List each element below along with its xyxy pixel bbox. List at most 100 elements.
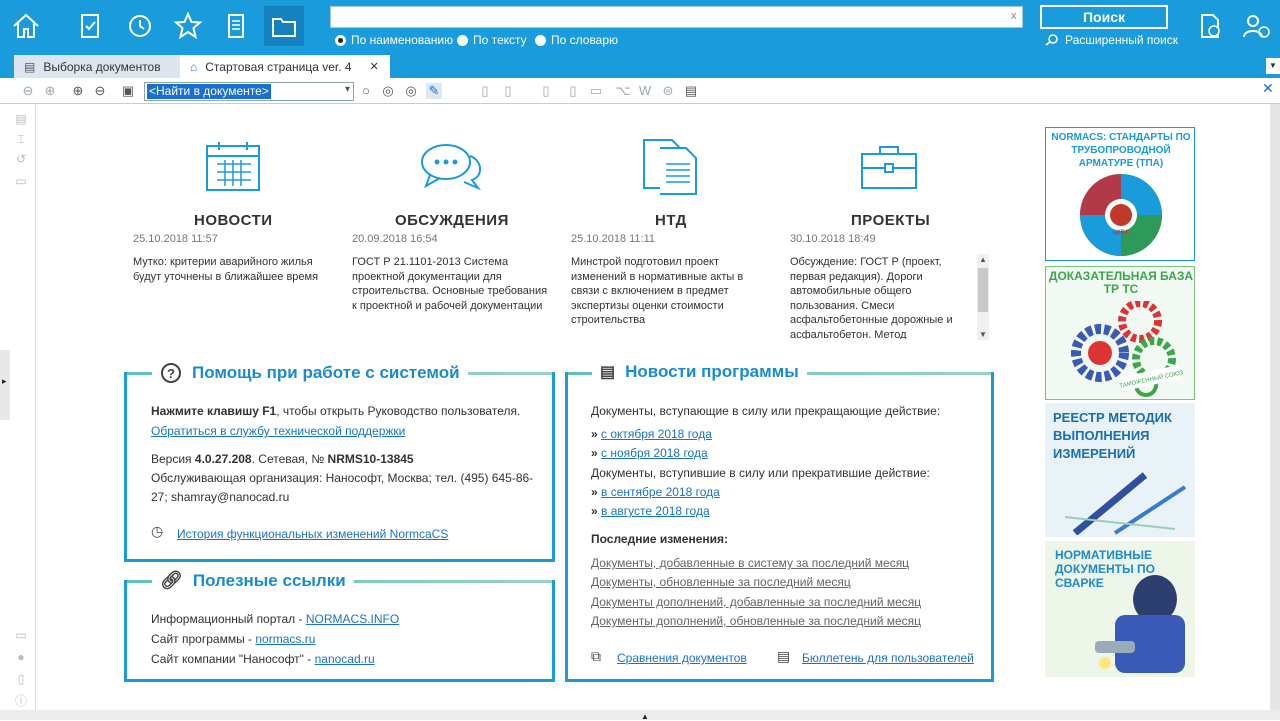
notebook-button[interactable]	[216, 6, 256, 46]
recent-updated-link[interactable]: Документы, обновленные за последний меся…	[591, 575, 851, 589]
tree-icon[interactable]: ⌥	[615, 83, 631, 99]
recent-added-link[interactable]: Документы, добавленные в систему за посл…	[591, 556, 909, 570]
ad-welding-documents[interactable]: НОРМАТИВНЫЕ ДОКУМЕНТЫ ПО СВАРКЕ	[1045, 541, 1195, 677]
discussions-text[interactable]: ГОСТ Р 21.1101-2013 Система проектной до…	[352, 255, 552, 313]
projects-scroll-thumb[interactable]	[978, 268, 988, 312]
screen-icon[interactable]: ▭	[14, 628, 28, 642]
compare-icon[interactable]: ⊜	[660, 83, 676, 99]
september-2018-link[interactable]: в сентябре 2018 года	[601, 485, 720, 499]
ad-tr-ts-evidence-base[interactable]: ДОКАЗАТЕЛЬНАЯ БАЗА ТР ТС ТАМОЖЕННЫЙ СОЮЗ	[1045, 266, 1195, 400]
compare-documents-icon: ⧉	[591, 648, 601, 664]
tab-bar: ▤ Выборка документов ⌂ Стартовая страниц…	[0, 52, 1280, 78]
normacs-ru-link[interactable]: normacs.ru	[255, 632, 315, 646]
news-link-row: » в августе 2018 года	[591, 504, 710, 518]
documents-icon: ▤	[24, 59, 36, 74]
export-icon[interactable]: ▭	[588, 83, 604, 99]
print-icon[interactable]: ▤	[683, 83, 699, 99]
advanced-search-link[interactable]: Расширенный поиск	[1045, 33, 1178, 47]
history-icon[interactable]: ↺	[14, 152, 28, 166]
recent-addenda-added-link[interactable]: Документы дополнений, добавленные за пос…	[591, 595, 921, 609]
word-icon[interactable]: W	[637, 83, 653, 99]
document-icon[interactable]: ▯	[500, 83, 516, 99]
link-row-portal: Информационный портал - NORMACS.INFO	[151, 612, 400, 626]
calendar-icon	[206, 142, 260, 191]
question-icon: ?	[161, 363, 181, 383]
radio-by-text[interactable]: По тексту	[457, 33, 527, 47]
favorites-button[interactable]	[168, 6, 208, 46]
section-title-discussions[interactable]: ОБСУЖДЕНИЯ	[395, 212, 509, 229]
october-2018-link[interactable]: с октября 2018 года	[601, 427, 712, 441]
tab-document-selection[interactable]: ▤ Выборка документов	[14, 55, 180, 78]
search-icon[interactable]: ○	[358, 83, 374, 99]
radio-by-name[interactable]: По наименованию	[335, 33, 453, 47]
document-toolbar: ⊖ ⊕ ⊕ ⊖ ▣ <Найти в документе> ▾ ○ ◎ ◎ ✎ …	[0, 78, 1280, 104]
checklist-icon	[81, 14, 99, 38]
tab-start-page[interactable]: ⌂ Стартовая страница ver. 4 ✕	[180, 55, 390, 78]
tab-close-icon[interactable]: ✕	[370, 60, 379, 73]
comments-icon[interactable]: ▭	[14, 174, 28, 188]
history-link[interactable]: История функциональных изменений NormcaC…	[177, 527, 448, 541]
ad-valve-standards[interactable]: NORMACS: СТАНДАРТЫ ПО ТРУБОПРОВОДНОЙ АРМ…	[1045, 127, 1195, 261]
section-title-news[interactable]: НОВОСТИ	[194, 212, 273, 229]
bulletin-link[interactable]: Бюллетень для пользователей	[802, 651, 974, 665]
ntd-text[interactable]: Минстрой подготовил проект изменений в н…	[571, 255, 761, 328]
find-previous-icon[interactable]: ◎	[380, 83, 396, 99]
projects-text[interactable]: Обсуждение: ГОСТ Р (проект, первая редак…	[790, 255, 970, 339]
find-next-icon[interactable]: ◎	[403, 83, 419, 99]
user-info-button[interactable]	[1236, 6, 1276, 46]
tab-menu-button[interactable]: ▼	[1266, 58, 1280, 74]
document-info-button[interactable]	[1190, 6, 1230, 46]
recent-changes-title: Последние изменения:	[591, 532, 728, 546]
highlight-pen-icon[interactable]: ✎	[426, 83, 442, 99]
recent-addenda-updated-link[interactable]: Документы дополнений, обновленные за пос…	[591, 614, 921, 628]
tree-icon[interactable]: ⌶	[14, 132, 28, 146]
support-link[interactable]: Обратиться в службу технической поддержк…	[151, 424, 405, 438]
right-scroll-area[interactable]	[1270, 104, 1280, 710]
find-in-document-select[interactable]: <Найти в документе> ▾	[144, 82, 354, 101]
zoom-out-icon[interactable]: ⊖	[92, 83, 108, 99]
home-button[interactable]	[6, 6, 46, 46]
section-title-projects[interactable]: ПРОЕКТЫ	[851, 212, 930, 229]
page-icon[interactable]: ▣	[120, 83, 136, 99]
document-icon[interactable]: ▯	[477, 83, 493, 99]
document-icon[interactable]: ▯	[14, 672, 28, 686]
folder-button[interactable]	[264, 6, 304, 46]
august-2018-link[interactable]: в августе 2018 года	[601, 504, 710, 518]
compare-documents-link[interactable]: Сравнения документов	[617, 651, 747, 665]
checklist-button[interactable]	[70, 6, 110, 46]
news-text[interactable]: Мутко: критерии аварийного жилья будут у…	[133, 255, 338, 284]
november-2018-link[interactable]: с ноября 2018 года	[601, 446, 708, 460]
left-panel-handle[interactable]	[0, 350, 10, 420]
history-button[interactable]	[120, 6, 160, 46]
search-input[interactable]	[330, 6, 1023, 28]
search-button[interactable]: Поиск	[1040, 5, 1168, 29]
discussions-date: 20.09.2018 16:54	[352, 233, 438, 245]
briefcase-icon	[861, 146, 917, 189]
section-title-ntd[interactable]: НТД	[655, 212, 687, 229]
forward-icon[interactable]: ⊕	[42, 83, 58, 99]
scroll-up-icon[interactable]: ▲	[979, 255, 987, 264]
zoom-in-icon[interactable]: ⊕	[70, 83, 86, 99]
nanocad-ru-link[interactable]: nanocad.ru	[315, 652, 375, 666]
radio-empty-icon	[457, 34, 468, 46]
search-clear-button[interactable]: x	[1011, 10, 1017, 22]
ad-measurement-methods-registry[interactable]: РЕЕСТР МЕТОДИК ВЫПОЛНЕНИЯ ИЗМЕРЕНИЙ	[1045, 403, 1195, 537]
scroll-down-icon[interactable]: ▼	[979, 330, 987, 339]
close-toolbar-icon[interactable]: ✕	[1262, 80, 1274, 97]
welder-icon	[1095, 575, 1185, 673]
version-line: Версия 4.0.27.208. Сетевая, № NRMS10-138…	[151, 452, 414, 466]
list-icon[interactable]: ▤	[14, 112, 28, 126]
news-link-row: » с ноября 2018 года	[591, 446, 708, 460]
radio-by-dictionary[interactable]: По словарю	[535, 33, 618, 47]
document-check-icon[interactable]: ▯	[565, 83, 581, 99]
news-line-2: Документы, вступившие в силу или прекрат…	[591, 466, 930, 480]
info-icon[interactable]: ⓘ	[14, 692, 28, 708]
svg-text:ЦКБА: ЦКБА	[1113, 230, 1130, 236]
ntd-date: 25.10.2018 11:11	[571, 233, 656, 245]
back-icon[interactable]: ⊖	[20, 83, 36, 99]
lock-icon[interactable]: ●	[14, 650, 28, 664]
news-link-row: » с октября 2018 года	[591, 427, 712, 441]
normacs-info-link[interactable]: NORMACS.INFO	[306, 612, 399, 626]
document-icon[interactable]: ▯	[538, 83, 554, 99]
link-row-company: Сайт компании "Нанософт" - nanocad.ru	[151, 652, 375, 666]
